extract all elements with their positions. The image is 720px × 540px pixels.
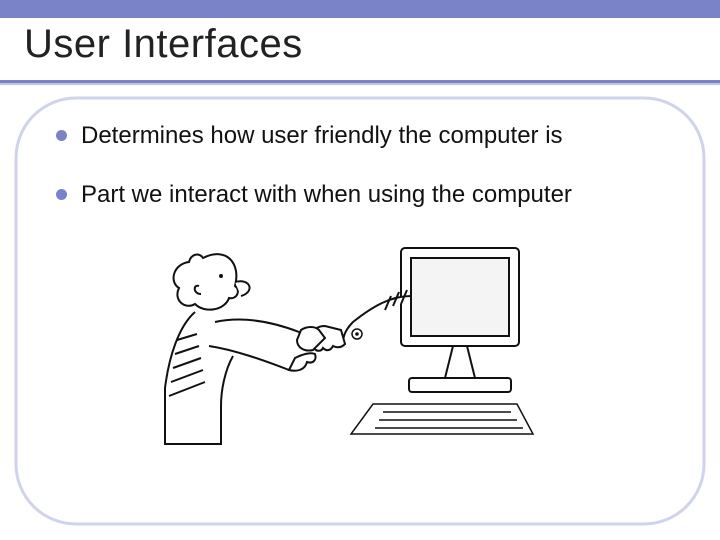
bullet-text: Determines how user friendly the compute… <box>81 120 563 151</box>
title-underline-bottom <box>0 83 720 85</box>
slide: User Interfaces Determines how user frie… <box>0 0 720 540</box>
bullet-text: Part we interact with when using the com… <box>81 179 572 210</box>
bullet-icon <box>56 189 67 200</box>
header-band <box>0 0 720 18</box>
bullet-icon <box>56 130 67 141</box>
list-item: Part we interact with when using the com… <box>56 179 676 210</box>
bullet-list: Determines how user friendly the compute… <box>56 120 676 238</box>
handshake-computer-illustration <box>155 230 535 450</box>
slide-title: User Interfaces <box>24 22 303 67</box>
list-item: Determines how user friendly the compute… <box>56 120 676 151</box>
